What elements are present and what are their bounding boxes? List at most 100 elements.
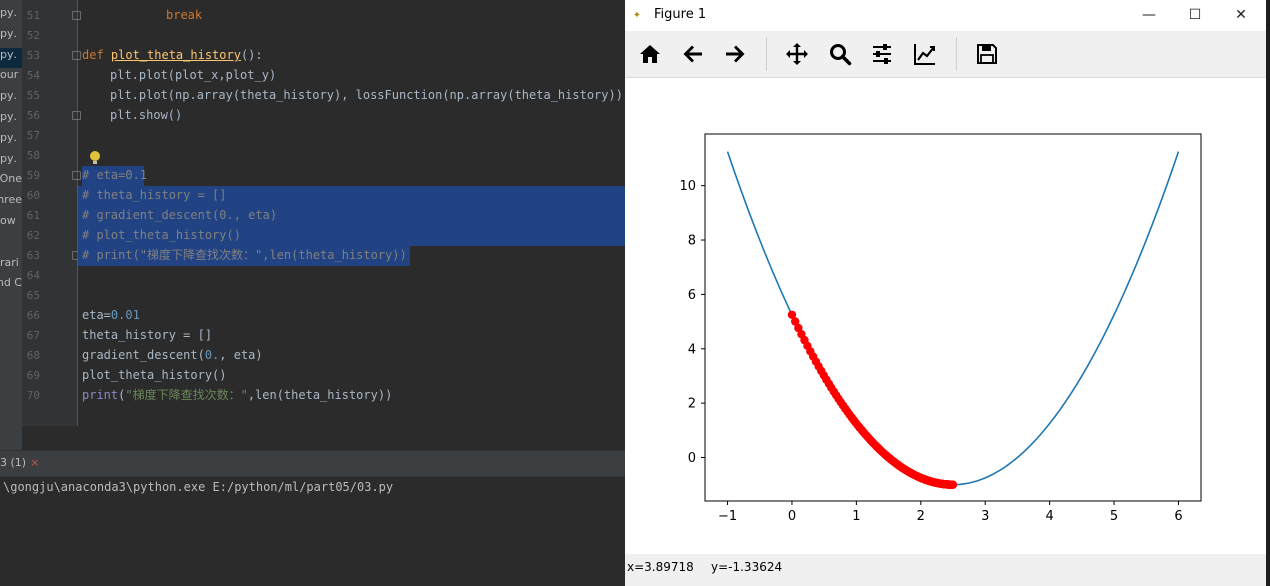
line-number: 68 bbox=[26, 349, 40, 362]
code-line-60: # theta_history = [] bbox=[82, 188, 227, 202]
code-line-53: def plot_theta_history(): bbox=[82, 45, 263, 65]
code-text: gradient_descent( bbox=[82, 348, 205, 362]
line-number: 57 bbox=[26, 129, 40, 142]
line-number: 53 bbox=[26, 49, 40, 62]
home-icon[interactable] bbox=[638, 42, 662, 66]
configure-subplots-icon[interactable] bbox=[870, 42, 894, 66]
project-tree-item[interactable]: .py bbox=[0, 27, 22, 47]
window-edge bbox=[1266, 0, 1270, 586]
line-number: 59 bbox=[26, 169, 40, 182]
lightbulb-icon[interactable] bbox=[90, 151, 100, 164]
project-tree-item[interactable]: hree bbox=[0, 193, 22, 213]
project-tree-item[interactable]: .py bbox=[0, 89, 22, 109]
line-number: 52 bbox=[26, 29, 40, 42]
pan-icon[interactable] bbox=[785, 42, 809, 66]
close-window-button[interactable]: ✕ bbox=[1226, 4, 1256, 26]
plot-area: −1 0 1 2 3 4 5 6 0 2 4 6 8 10 bbox=[679, 133, 1202, 524]
function-name: plot_theta_history bbox=[110, 48, 241, 62]
axes-frame bbox=[704, 133, 1202, 502]
code-line-66: eta=0.01 bbox=[82, 305, 140, 325]
code-editor[interactable]: break def plot_theta_history(): plt.plot… bbox=[78, 0, 625, 426]
figure-statusbar: x=3.89718 y=-1.33624 bbox=[625, 554, 1270, 586]
line-number: 64 bbox=[26, 269, 40, 282]
keyword: def bbox=[82, 48, 111, 62]
ide-window: .py .py .py our .py .py .py .py One hree ow rari nd … bbox=[0, 0, 625, 586]
line-number: 54 bbox=[26, 69, 40, 82]
code-line-54: plt.plot(plot_x,plot_y) bbox=[110, 68, 277, 82]
x-tick-label: 6 bbox=[1174, 509, 1182, 524]
back-arrow-icon[interactable] bbox=[681, 42, 705, 66]
x-tick-label: 3 bbox=[981, 509, 989, 524]
code-line-67: theta_history = [] bbox=[82, 328, 213, 342]
line-number: 67 bbox=[26, 329, 40, 342]
y-tick-label: 6 bbox=[688, 288, 696, 303]
maximize-button[interactable]: ☐ bbox=[1180, 4, 1210, 26]
project-tree-item[interactable]: .py bbox=[0, 47, 22, 68]
code-line-70: print("梯度下降查找次数：",len(theta_history)) bbox=[82, 385, 392, 405]
project-tree-item[interactable]: rari bbox=[0, 256, 22, 276]
project-tree-item[interactable]: .py bbox=[0, 131, 22, 151]
project-tree-item[interactable]: nd C bbox=[0, 276, 22, 296]
run-tab[interactable]: 3 (1) × bbox=[0, 456, 39, 469]
project-tree-item[interactable]: ow bbox=[0, 214, 22, 234]
data-point bbox=[948, 480, 958, 489]
code-line-63: # print("梯度下降查找次数：",len(theta_history)) bbox=[82, 248, 407, 262]
line-number: 56 bbox=[26, 109, 40, 122]
builtin-name: print bbox=[82, 388, 119, 402]
line-number: 69 bbox=[26, 369, 40, 382]
project-tree-panel: .py .py .py our .py .py .py .py One hree ow rari nd … bbox=[0, 0, 22, 450]
x-tick-label: 0 bbox=[788, 509, 796, 524]
zoom-icon[interactable] bbox=[828, 42, 852, 66]
close-icon[interactable]: × bbox=[30, 456, 39, 469]
line-number: 51 bbox=[26, 9, 40, 22]
navigation-toolbar bbox=[625, 31, 1270, 78]
line-number: 55 bbox=[26, 89, 40, 102]
figure-window: ✦ Figure 1 — ☐ ✕ −1 0 1 2 3 4 5 6 0 2 4 … bbox=[625, 0, 1270, 586]
window-title: Figure 1 bbox=[654, 7, 707, 22]
run-tool-window-tabs: 3 (1) × bbox=[0, 450, 625, 477]
code-text: ,len(theta_history)) bbox=[247, 388, 393, 402]
window-titlebar[interactable]: ✦ Figure 1 — ☐ ✕ bbox=[625, 0, 1270, 30]
project-tree-item[interactable]: .py bbox=[0, 110, 22, 130]
line-number: 70 bbox=[26, 389, 40, 402]
line-number: 58 bbox=[26, 149, 40, 162]
code-line-62: # plot_theta_history() bbox=[82, 228, 241, 242]
plot-canvas[interactable]: −1 0 1 2 3 4 5 6 0 2 4 6 8 10 bbox=[625, 78, 1266, 554]
line-number: 63 bbox=[26, 249, 40, 262]
line-number: 65 bbox=[26, 289, 40, 302]
x-tick-label: −1 bbox=[718, 509, 737, 524]
code-line-68: gradient_descent(0., eta) bbox=[82, 345, 263, 365]
toolbar-separator bbox=[956, 37, 957, 71]
code-line-69: plot_theta_history() bbox=[82, 368, 227, 382]
project-tree-item[interactable]: our bbox=[0, 68, 22, 88]
code-text: , eta) bbox=[219, 348, 263, 362]
y-tick-label: 2 bbox=[688, 397, 696, 412]
code-line-55: plt.plot(np.array(theta_history), lossFu… bbox=[110, 88, 625, 102]
y-tick-label: 10 bbox=[679, 179, 696, 194]
code-text: eta= bbox=[82, 308, 111, 322]
y-tick-label: 0 bbox=[688, 451, 696, 466]
y-tick-label: 4 bbox=[688, 342, 696, 357]
x-tick-label: 4 bbox=[1045, 509, 1053, 524]
x-tick-label: 2 bbox=[917, 509, 925, 524]
save-icon[interactable] bbox=[975, 42, 999, 66]
x-tick-label: 5 bbox=[1110, 509, 1118, 524]
toolbar-separator bbox=[766, 37, 767, 71]
forward-arrow-icon[interactable] bbox=[723, 42, 747, 66]
console-output-line: \gongju\anaconda3\python.exe E:/python/m… bbox=[3, 480, 394, 494]
edit-axis-icon[interactable] bbox=[913, 42, 937, 66]
cursor-x-readout: x=3.89718 bbox=[627, 560, 694, 574]
minimize-button[interactable]: — bbox=[1134, 4, 1164, 26]
project-tree-item[interactable]: One bbox=[0, 172, 22, 192]
project-tree-item[interactable]: .py bbox=[0, 152, 22, 172]
line-number: 66 bbox=[26, 309, 40, 322]
number-literal: 0.01 bbox=[110, 308, 140, 322]
project-tree-item[interactable] bbox=[0, 235, 22, 255]
line-number: 61 bbox=[26, 209, 40, 222]
cursor-y-readout: y=-1.33624 bbox=[711, 560, 783, 574]
project-tree-item[interactable]: .py bbox=[0, 6, 22, 26]
code-line-61: # gradient_descent(0., eta) bbox=[82, 208, 278, 222]
line-number: 62 bbox=[26, 229, 40, 242]
code-line-56: plt.show() bbox=[110, 108, 183, 122]
x-tick-label: 1 bbox=[852, 509, 860, 524]
